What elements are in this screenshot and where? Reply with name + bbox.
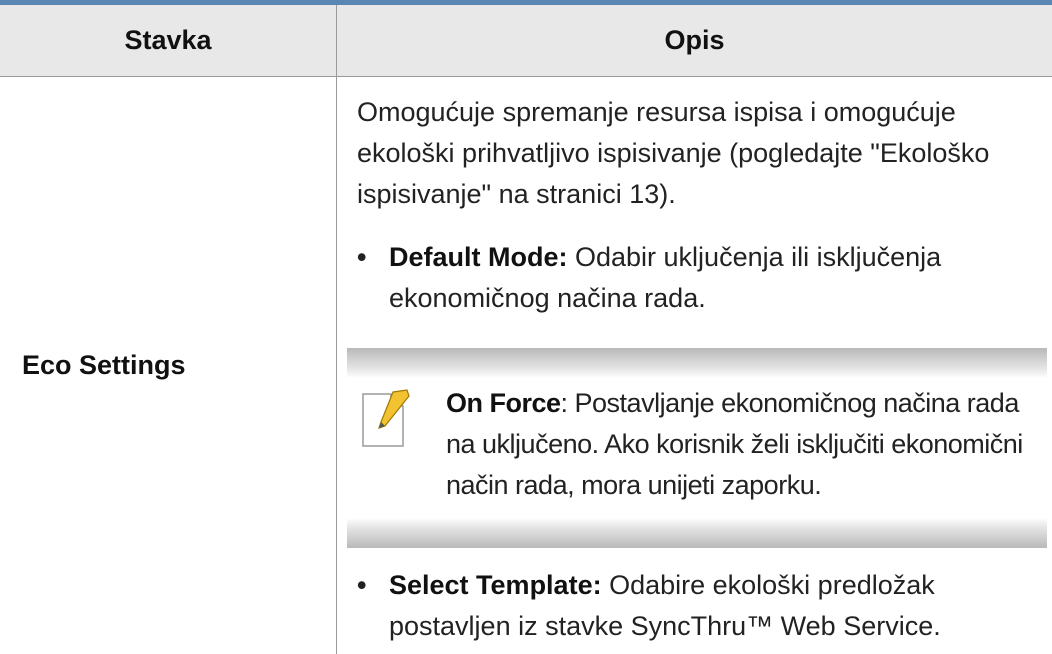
note-bottom-bar xyxy=(347,518,1047,548)
note-pencil-icon xyxy=(359,388,413,450)
description-intro: Omogućuje spremanje resursa ispisa i omo… xyxy=(357,97,990,209)
header-description: Opis xyxy=(664,25,725,55)
table-header-row: Stavka Opis xyxy=(0,5,1052,77)
bullet-body: Default Mode: Odabir uključenja ili iskl… xyxy=(389,237,1047,319)
note-box: On Force: Postavljanje ekonomičnog način… xyxy=(347,348,1047,548)
settings-table: Stavka Opis Eco Settings Omogućuje sprem… xyxy=(0,0,1052,654)
bullet-dot: • xyxy=(357,242,367,272)
bullet-default-mode: • Default Mode: Odabir uključenja ili is… xyxy=(357,237,1047,319)
note-top-bar xyxy=(347,348,1047,378)
bullet-body: Select Template: Odabire ekološki predlo… xyxy=(389,565,1047,647)
bullet-term: Default Mode: xyxy=(389,242,568,272)
column-divider xyxy=(336,5,337,654)
note-text: On Force: Postavljanje ekonomičnog način… xyxy=(446,383,1046,506)
row-item-label: Eco Settings xyxy=(22,350,186,380)
note-term: On Force xyxy=(446,388,561,418)
row-description: Omogućuje spremanje resursa ispisa i omo… xyxy=(357,92,1047,215)
header-item: Stavka xyxy=(124,25,212,55)
bullet-select-template: • Select Template: Odabire ekološki pred… xyxy=(357,565,1047,647)
bullet-term: Select Template: xyxy=(389,570,602,600)
bullet-dot: • xyxy=(357,570,367,600)
